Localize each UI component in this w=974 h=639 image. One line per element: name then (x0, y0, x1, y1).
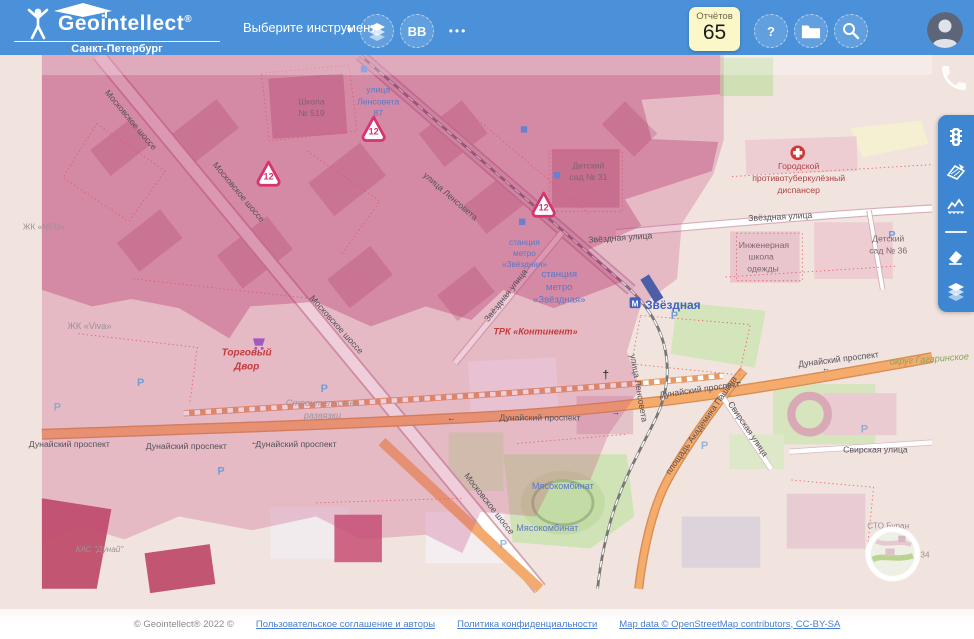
brand-reg-mark: ® (184, 14, 193, 25)
svg-text:метро: метро (513, 249, 536, 258)
svg-text:станция: станция (541, 269, 577, 280)
svg-text:Дунайский проспект: Дунайский проспект (499, 413, 580, 423)
svg-text:Дунайский проспект: Дунайский проспект (146, 441, 227, 451)
traffic-light-icon[interactable] (945, 126, 967, 148)
search-icon (843, 23, 860, 40)
svg-text:12: 12 (539, 202, 549, 212)
svg-text:Торговый: Торговый (222, 348, 272, 359)
eraser-icon[interactable] (945, 246, 967, 268)
svg-text:одежды: одежды (747, 264, 779, 274)
svg-text:P: P (54, 402, 61, 414)
privacy-link[interactable]: Политика конфиденциальности (457, 619, 597, 630)
more-tools-button[interactable]: ••• (441, 14, 475, 48)
layers-stack-icon[interactable] (945, 281, 967, 303)
svg-text:Инженерная: Инженерная (739, 240, 790, 250)
svg-text:школа: школа (748, 252, 774, 262)
search-button[interactable] (834, 14, 868, 48)
copyright-text: © Geointellect® 2022 © (133, 618, 234, 630)
svg-text:P: P (137, 377, 144, 389)
map-top-fade (41, 55, 933, 76)
panel-divider (945, 231, 967, 233)
svg-text:КАС "Дунай": КАС "Дунай" (76, 545, 125, 554)
reports-counter[interactable]: Отчётов 65 (689, 7, 740, 51)
svg-text:Свирская улица: Свирская улица (843, 445, 908, 455)
user-avatar[interactable] (927, 12, 963, 48)
svg-text:12: 12 (263, 171, 273, 181)
svg-text:P: P (321, 383, 328, 395)
svg-text:←: ← (822, 364, 830, 373)
svg-text:→: → (612, 408, 620, 417)
svg-text:←: ← (447, 414, 455, 423)
svg-text:P: P (217, 465, 224, 477)
church-cross: † (603, 368, 610, 382)
map-canvas[interactable]: М P P P P P P P P P Московское шоссе Мос… (0, 55, 974, 639)
svg-text:развязки: развязки (303, 411, 341, 421)
svg-text:метро: метро (546, 282, 573, 293)
svg-text:12: 12 (369, 127, 379, 137)
geointellect-app: М P P P P P P P P P Московское шоссе Мос… (0, 0, 974, 639)
svg-text:ЖК «Viva»: ЖК «Viva» (67, 321, 111, 331)
phone-icon (942, 66, 966, 90)
svg-text:Дунайский проспект: Дунайский проспект (255, 439, 336, 449)
svg-text:№ 519: № 519 (298, 108, 324, 118)
svg-text:→: → (734, 377, 742, 386)
layers-icon (369, 23, 385, 41)
metro-m-icon: М (629, 297, 641, 308)
svg-text:улица: улица (366, 84, 390, 94)
chevron-down-icon[interactable]: ▼ (345, 25, 354, 35)
svg-text:Мясокомбинат: Мясокомбинат (516, 523, 579, 533)
attribution-footer: © Geointellect® 2022 © Пользовательское … (0, 609, 974, 639)
svg-text:сад № 36: сад № 36 (869, 245, 907, 255)
minimap-widget[interactable] (865, 526, 921, 582)
elevation-chart-icon[interactable] (945, 196, 967, 218)
svg-text:Городской: Городской (778, 161, 820, 171)
svg-text:«Звёздная»: «Звёздная» (502, 260, 547, 269)
logo-divider (14, 41, 220, 42)
brand-text: Geointellect (58, 12, 185, 35)
folder-button[interactable] (794, 14, 828, 48)
svg-text:Школа: Школа (298, 96, 325, 106)
brand-wordmark[interactable]: Geointellect® (58, 12, 192, 36)
reports-count: 65 (702, 21, 727, 44)
svg-text:Мясокомбинат: Мясокомбинат (532, 481, 595, 491)
top-toolbar: Geointellect® Санкт-Петербург Выберите и… (0, 0, 974, 55)
svg-text:ЖК «NEO»: ЖК «NEO» (23, 223, 65, 232)
metro-station-label: Звёздная (645, 298, 701, 312)
svg-text:P: P (701, 440, 708, 452)
svg-text:Детский: Детский (572, 160, 604, 170)
svg-text:←: ← (251, 437, 259, 446)
svg-text:сад № 31: сад № 31 (569, 172, 607, 182)
svg-text:станция: станция (509, 238, 540, 247)
svg-text:Двор: Двор (233, 361, 259, 372)
phone-contact-button[interactable] (938, 60, 970, 96)
svg-text:P: P (500, 539, 507, 551)
city-label[interactable]: Санкт-Петербург (14, 43, 220, 55)
tool-selector-dropdown[interactable]: Выберите инструмент (243, 0, 376, 55)
map-tools-panel (938, 115, 974, 312)
layers-button[interactable] (360, 14, 394, 48)
terms-link[interactable]: Пользовательское соглашение и авторы (256, 619, 435, 630)
area-measure-icon[interactable] (945, 161, 967, 183)
avatar-silhouette-icon (927, 12, 963, 48)
hospital-cross-icon (790, 145, 806, 161)
bb-tool-button[interactable]: BB (400, 14, 434, 48)
svg-text:диспансер: диспансер (777, 185, 820, 195)
svg-text:Детский: Детский (872, 233, 904, 243)
svg-text:Ленсовета: Ленсовета (357, 96, 399, 106)
svg-text:М: М (632, 299, 639, 308)
svg-text:противотуберкулёзный: противотуберкулёзный (752, 173, 845, 183)
svg-text:Дунайский проспект: Дунайский проспект (29, 439, 110, 449)
folder-icon (801, 25, 821, 39)
svg-text:«Звёздная»: «Звёздная» (533, 295, 585, 306)
svg-text:P: P (861, 423, 868, 435)
svg-text:Строительство: Строительство (286, 398, 359, 408)
osm-attribution-link[interactable]: Map data © OpenStreetMap contributors, C… (619, 619, 840, 630)
svg-text:ТРК «Континент»: ТРК «Континент» (493, 327, 577, 337)
help-button[interactable]: ? (754, 14, 788, 48)
